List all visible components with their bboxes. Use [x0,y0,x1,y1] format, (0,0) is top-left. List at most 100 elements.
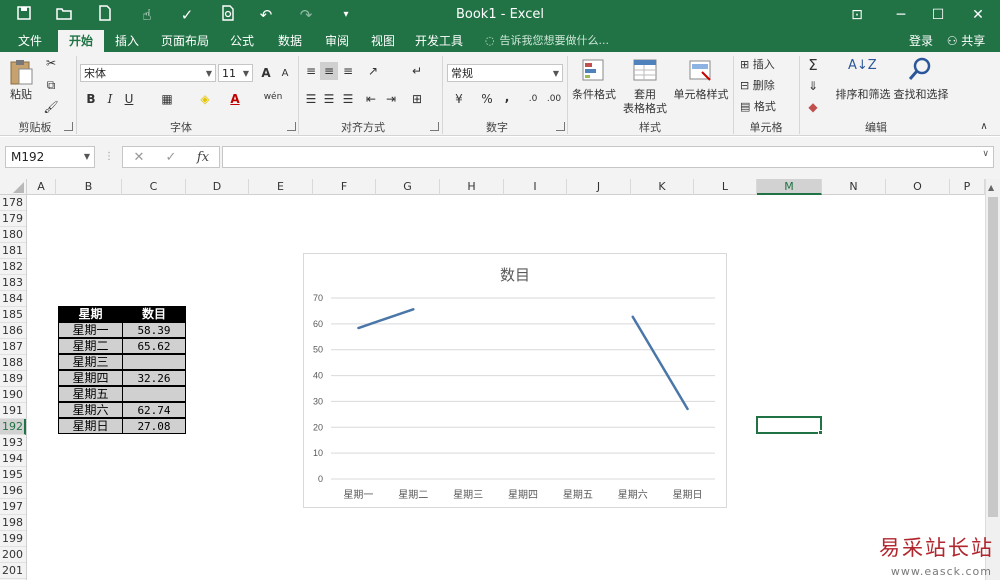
format-painter-icon[interactable]: 🖌 [42,98,60,116]
comma-button[interactable]: , [498,88,516,106]
tab-formulas[interactable]: 公式 [223,30,261,52]
row-header[interactable]: 184 [0,291,26,307]
align-center-icon[interactable]: ☰ [320,90,338,108]
name-box[interactable]: M192 ▼ [5,146,95,168]
bold-button[interactable]: B [82,90,100,108]
column-header-j[interactable]: J [567,179,631,195]
tab-developer[interactable]: 开发工具 [411,30,467,52]
vertical-scrollbar[interactable]: ▲ [985,179,1000,580]
table-cell-value[interactable]: 32.26 [122,370,186,386]
wrap-text-icon[interactable]: ↵ [408,62,426,80]
align-bottom-icon[interactable]: ≡ [339,62,357,80]
align-middle-icon[interactable]: ≡ [320,62,338,80]
row-header[interactable]: 201 [0,563,26,579]
number-launcher-icon[interactable] [556,122,565,131]
phonetic-guide-button[interactable]: wén [262,88,284,106]
column-header-c[interactable]: C [122,179,186,195]
row-header[interactable]: 196 [0,483,26,499]
italic-button[interactable]: I [101,90,119,108]
cut-icon[interactable]: ✂ [42,54,60,72]
column-header-l[interactable]: L [694,179,757,195]
row-header[interactable]: 178 [0,195,26,211]
row-header[interactable]: 197 [0,499,26,515]
row-header[interactable]: 183 [0,275,26,291]
row-header[interactable]: 199 [0,531,26,547]
row-header[interactable]: 195 [0,467,26,483]
column-header-m[interactable]: M [757,179,822,195]
insert-function-button[interactable]: fx [193,148,213,168]
column-header-g[interactable]: G [376,179,440,195]
row-header[interactable]: 194 [0,451,26,467]
table-cell-value[interactable] [122,386,186,402]
series-line-segment[interactable] [631,315,689,411]
conditional-format-button[interactable]: 条件格式 [569,88,619,102]
font-color-button[interactable]: A [226,90,244,108]
row-header[interactable]: 190 [0,387,26,403]
format-cells-button[interactable]: ▤ 格式 [740,100,792,114]
select-all-button[interactable] [0,179,27,195]
table-cell-value[interactable] [122,354,186,370]
format-as-table-button[interactable]: 套用 表格格式 [620,88,670,116]
column-header-n[interactable]: N [822,179,886,195]
table-header-day[interactable]: 星期 [58,306,123,322]
collapse-ribbon-icon[interactable]: ∧ [975,118,993,136]
underline-button[interactable]: U [120,90,138,108]
column-header-k[interactable]: K [631,179,694,195]
table-header-count[interactable]: 数目 [122,306,186,322]
increase-decimal-icon[interactable]: .0 [524,90,542,108]
accounting-format-button[interactable]: ¥ [450,90,468,108]
ribbon-display-icon[interactable]: ⊡ [845,4,869,26]
align-top-icon[interactable]: ≡ [302,62,320,80]
column-header-f[interactable]: F [313,179,376,195]
clear-icon[interactable]: ◆ [804,98,822,116]
font-size-select[interactable]: 11 ▼ [218,64,253,82]
delete-cells-button[interactable]: ⊟ 删除 [740,79,792,93]
column-header-a[interactable]: A [27,179,56,195]
row-header[interactable]: 193 [0,435,26,451]
column-header-b[interactable]: B [56,179,122,195]
share-button[interactable]: ⚇ 共享 [942,30,990,52]
table-cell-day[interactable]: 星期三 [58,354,123,370]
active-cell-m192[interactable] [756,416,822,434]
row-header[interactable]: 189 [0,371,26,387]
clipboard-launcher-icon[interactable] [64,122,73,131]
tell-me-box[interactable]: ◌ 告诉我您想要做什么... [485,30,609,52]
formula-input[interactable]: ∨ [222,146,994,168]
column-header-h[interactable]: H [440,179,504,195]
close-button[interactable]: ✕ [966,4,990,26]
row-header[interactable]: 188 [0,355,26,371]
row-header[interactable]: 179 [0,211,26,227]
autosum-icon[interactable]: Σ [804,56,822,74]
row-header[interactable]: 187 [0,339,26,355]
tab-view[interactable]: 视图 [364,30,402,52]
shrink-font-button[interactable]: A [276,65,294,83]
percent-button[interactable]: % [478,90,496,108]
font-launcher-icon[interactable] [287,122,296,131]
borders-icon[interactable]: ▦ [158,90,176,108]
column-header-p[interactable]: P [950,179,985,195]
increase-indent-icon[interactable]: ⇥ [382,90,400,108]
paste-button[interactable]: 粘贴 [6,88,36,102]
tab-review[interactable]: 审阅 [318,30,356,52]
enter-button[interactable]: ✓ [161,148,181,168]
copy-icon[interactable]: ⧉ [42,76,60,94]
row-header[interactable]: 186 [0,323,26,339]
row-header[interactable]: 185 [0,307,26,323]
row-header[interactable]: 180 [0,227,26,243]
series-line-segment[interactable] [357,308,415,330]
table-cell-day[interactable]: 星期日 [58,418,123,434]
table-cell-day[interactable]: 星期一 [58,322,123,338]
fill-icon[interactable]: ⇓ [804,77,822,95]
row-header[interactable]: 191 [0,403,26,419]
fill-handle[interactable] [818,430,823,435]
table-cell-day[interactable]: 星期四 [58,370,123,386]
font-name-select[interactable]: 宋体 ▼ [80,64,216,82]
cell-styles-button[interactable]: 单元格样式 [672,88,730,102]
table-cell-value[interactable]: 58.39 [122,322,186,338]
row-header[interactable]: 198 [0,515,26,531]
column-header-o[interactable]: O [886,179,950,195]
scrollbar-thumb[interactable] [988,197,998,517]
paste-icon[interactable] [8,58,34,85]
signin-link[interactable]: 登录 [904,30,938,52]
tab-file[interactable]: 文件 [12,30,48,52]
